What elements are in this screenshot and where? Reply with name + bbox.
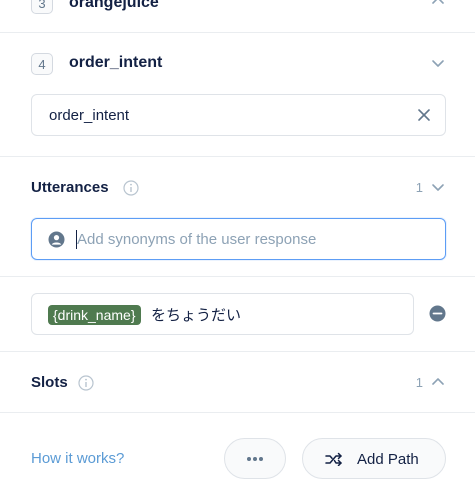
utterance-text: をちょうだい — [151, 306, 242, 324]
remove-icon[interactable] — [429, 305, 446, 322]
info-icon[interactable] — [123, 180, 139, 196]
add-path-button[interactable]: Add Path — [302, 438, 446, 479]
close-icon[interactable] — [417, 108, 431, 122]
shuffle-icon — [325, 452, 342, 466]
chevron-down-icon[interactable] — [431, 180, 445, 194]
more-horizontal-icon — [247, 456, 263, 461]
path-title: order_intent — [69, 54, 163, 71]
path-number-badge: 4 — [31, 53, 53, 75]
divider — [0, 412, 475, 413]
utterances-title: Utterances — [31, 179, 109, 196]
chevron-up-icon[interactable] — [431, 375, 445, 389]
add-path-label: Add Path — [357, 451, 419, 468]
user-icon — [48, 231, 65, 248]
how-it-works-link[interactable]: How it works? — [31, 450, 124, 467]
divider — [0, 276, 475, 277]
info-icon[interactable] — [78, 375, 94, 391]
slots-title: Slots — [31, 374, 68, 391]
chevron-up-icon[interactable] — [431, 0, 445, 8]
path-number-badge: 3 — [31, 0, 53, 14]
utterances-count: 1 — [415, 180, 423, 195]
chevron-down-icon[interactable] — [431, 56, 445, 70]
slot-chip[interactable]: {drink_name} — [48, 305, 141, 325]
path-row-3[interactable]: 3 orangejuice — [0, 0, 475, 32]
synonym-input[interactable] — [77, 228, 427, 250]
utterance-item[interactable]: {drink_name} をちょうだい — [31, 293, 414, 335]
divider — [0, 156, 475, 157]
more-options-button[interactable] — [224, 438, 286, 479]
path-title: orangejuice — [69, 0, 159, 11]
path-row-4[interactable]: 4 order_intent — [0, 33, 475, 93]
divider — [0, 351, 475, 352]
intent-input[interactable]: order_intent — [31, 94, 446, 136]
slots-count: 1 — [415, 375, 423, 390]
intent-input-value: order_intent — [49, 107, 130, 124]
synonym-input-field[interactable] — [31, 218, 446, 260]
